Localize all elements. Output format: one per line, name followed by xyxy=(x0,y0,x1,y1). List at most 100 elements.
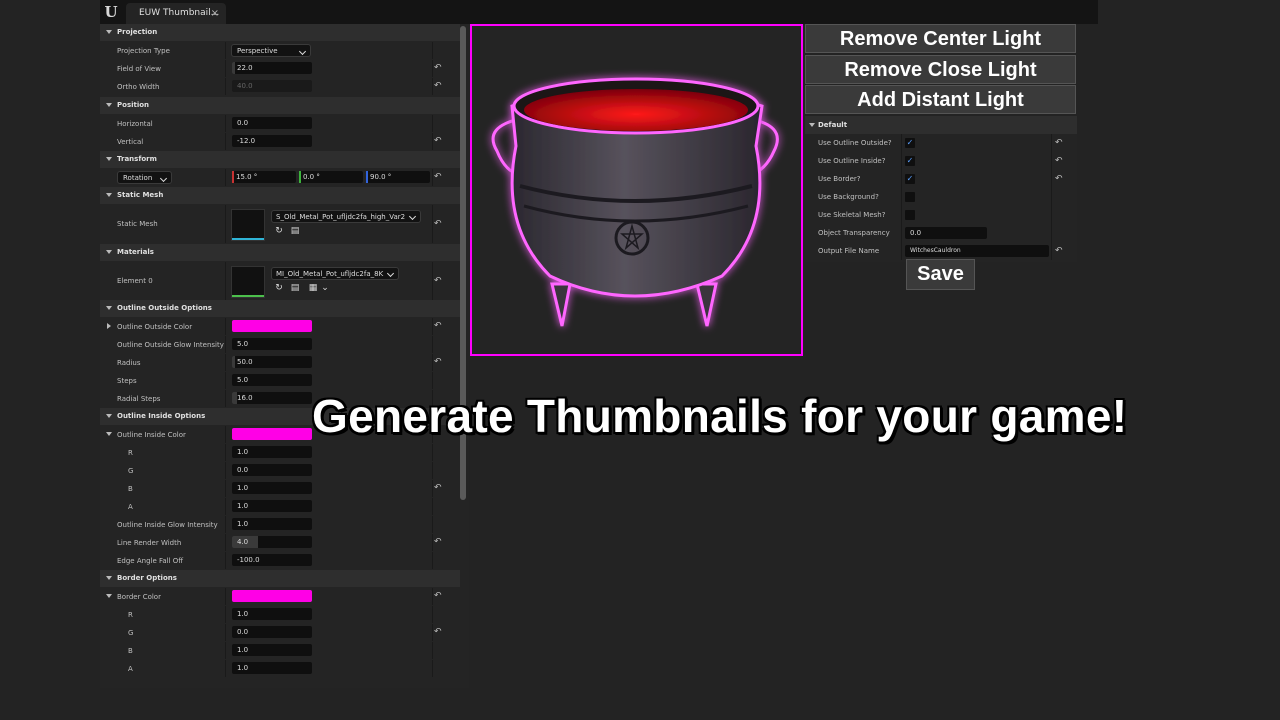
row-field-of-view: Field of View 22.0 ↶ xyxy=(100,60,460,77)
steps-input[interactable]: 5.0 xyxy=(232,374,312,386)
border-a-input[interactable]: 1.0 xyxy=(232,662,312,674)
inside-r-input[interactable]: 1.0 xyxy=(232,446,312,458)
chevron-right-icon[interactable] xyxy=(107,323,111,329)
use-background-checkbox[interactable] xyxy=(905,192,915,202)
use-outline-outside-checkbox[interactable]: ✓ xyxy=(905,138,915,148)
input-value: 4.0 xyxy=(237,538,249,546)
ortho-width-input[interactable]: 40.0 xyxy=(232,80,312,92)
chevron-down-icon[interactable] xyxy=(106,432,112,436)
checkerboard-icon[interactable]: ▦ xyxy=(308,283,318,293)
reset-arrow-icon[interactable]: ↶ xyxy=(434,276,444,286)
outline-outside-color-swatch[interactable] xyxy=(232,320,312,332)
reset-arrow-icon[interactable]: ↶ xyxy=(434,219,444,229)
chevron-down-icon xyxy=(106,250,112,254)
line-render-width-input[interactable]: 4.0 xyxy=(232,536,312,548)
rotation-y-input[interactable]: 0.0 ° xyxy=(299,171,363,183)
rotation-x-input[interactable]: 15.0 ° xyxy=(232,171,296,183)
use-outline-inside-checkbox[interactable]: ✓ xyxy=(905,156,915,166)
chevron-down-icon xyxy=(106,157,112,161)
reset-arrow-icon[interactable]: ↶ xyxy=(1055,174,1063,184)
property-label: Output File Name xyxy=(818,247,880,255)
property-label: R xyxy=(128,611,133,619)
row-border-b: B 1.0 xyxy=(100,642,460,659)
use-border-checkbox[interactable]: ✓ xyxy=(905,174,915,184)
category-position[interactable]: Position xyxy=(100,97,460,114)
category-label: Position xyxy=(117,101,150,109)
reset-arrow-icon[interactable]: ↶ xyxy=(434,357,444,367)
use-skeletal-mesh-checkbox[interactable] xyxy=(905,210,915,220)
inside-b-input[interactable]: 1.0 xyxy=(232,482,312,494)
reset-arrow-icon[interactable]: ↶ xyxy=(1055,138,1063,148)
radial-steps-input[interactable]: 16.0 xyxy=(232,392,312,404)
promo-headline: Generate Thumbnails for your game! xyxy=(312,390,1128,442)
radius-input[interactable]: 50.0 xyxy=(232,356,312,368)
reset-arrow-icon[interactable]: ↶ xyxy=(1055,156,1063,166)
input-value: 1.0 xyxy=(237,520,249,528)
inside-a-input[interactable]: 1.0 xyxy=(232,500,312,512)
material-thumbnail[interactable] xyxy=(231,266,265,298)
rotation-z-input[interactable]: 90.0 ° xyxy=(366,171,430,183)
horizontal-input[interactable]: 0.0 xyxy=(232,117,312,129)
static-mesh-picker[interactable]: S_Old_Metal_Pot_ufljdc2fa_high_Var2 xyxy=(271,210,421,223)
chevron-down-icon[interactable] xyxy=(106,594,112,598)
close-icon[interactable]: × xyxy=(211,3,219,24)
projection-type-dropdown[interactable]: Perspective xyxy=(231,44,311,57)
property-label: Radial Steps xyxy=(117,395,161,403)
vertical-input[interactable]: -12.0 xyxy=(232,135,312,147)
row-inside-a: A 1.0 xyxy=(100,498,460,515)
browse-icon[interactable]: ▤ xyxy=(290,226,300,236)
rotation-dropdown[interactable]: Rotation xyxy=(117,171,172,184)
chevron-down-icon xyxy=(106,30,112,34)
category-static-mesh[interactable]: Static Mesh xyxy=(100,187,460,204)
reset-arrow-icon[interactable]: ↶ xyxy=(1055,246,1063,256)
chevron-down-icon[interactable]: ⌄ xyxy=(320,283,330,293)
row-inside-b: B 1.0 ↶ xyxy=(100,480,460,497)
remove-close-light-button[interactable]: Remove Close Light xyxy=(805,55,1076,84)
category-outline-outside[interactable]: Outline Outside Options xyxy=(100,300,460,317)
border-b-input[interactable]: 1.0 xyxy=(232,644,312,656)
outline-outside-glow-input[interactable]: 5.0 xyxy=(232,338,312,350)
category-materials[interactable]: Materials xyxy=(100,244,460,261)
outline-inside-color-swatch[interactable] xyxy=(232,428,312,440)
reset-arrow-icon[interactable]: ↶ xyxy=(434,81,444,91)
static-mesh-thumbnail[interactable] xyxy=(231,209,265,241)
category-transform[interactable]: Transform xyxy=(100,151,460,168)
input-value: 1.0 xyxy=(237,664,249,672)
reset-arrow-icon[interactable]: ↶ xyxy=(434,627,444,637)
border-r-input[interactable]: 1.0 xyxy=(232,608,312,620)
tab-euw-thumbnail[interactable]: EUW Thumbnail... × xyxy=(126,3,226,24)
asset-name: MI_Old_Metal_Pot_ufljdc2fa_8K xyxy=(276,270,384,278)
inside-g-input[interactable]: 0.0 xyxy=(232,464,312,476)
object-transparency-input[interactable]: 0.0 xyxy=(905,227,987,239)
category-border-options[interactable]: Border Options xyxy=(100,570,460,587)
property-label: R xyxy=(128,449,133,457)
reset-arrow-icon[interactable]: ↶ xyxy=(434,63,444,73)
reset-arrow-icon[interactable]: ↶ xyxy=(434,321,444,331)
browse-icon[interactable]: ▤ xyxy=(290,283,300,293)
fov-input[interactable]: 22.0 xyxy=(232,62,312,74)
material-picker[interactable]: MI_Old_Metal_Pot_ufljdc2fa_8K xyxy=(271,267,399,280)
remove-center-light-button[interactable]: Remove Center Light xyxy=(805,24,1076,53)
category-label: Border Options xyxy=(117,574,177,582)
row-rotation: Rotation 15.0 ° 0.0 ° 90.0 ° ↶ xyxy=(100,169,460,186)
inside-glow-input[interactable]: 1.0 xyxy=(232,518,312,530)
reset-arrow-icon[interactable]: ↶ xyxy=(434,537,444,547)
border-g-input[interactable]: 0.0 xyxy=(232,626,312,638)
property-label: Object Transparency xyxy=(818,229,890,237)
property-label: Static Mesh xyxy=(117,220,158,228)
reset-arrow-icon[interactable]: ↶ xyxy=(434,591,444,601)
border-color-swatch[interactable] xyxy=(232,590,312,602)
category-projection[interactable]: Projection xyxy=(100,24,460,41)
reset-arrow-icon[interactable]: ↶ xyxy=(434,136,444,146)
output-file-name-input[interactable]: WitchesCauldron xyxy=(905,245,1049,257)
reset-arrow-icon[interactable]: ↶ xyxy=(434,483,444,493)
property-label: Line Render Width xyxy=(117,539,182,547)
use-selected-icon[interactable]: ↻ xyxy=(274,283,284,293)
add-distant-light-button[interactable]: Add Distant Light xyxy=(805,85,1076,114)
category-default[interactable]: Default xyxy=(805,116,1077,134)
reset-arrow-icon[interactable]: ↶ xyxy=(434,172,444,182)
edge-angle-falloff-input[interactable]: -100.0 xyxy=(232,554,312,566)
dropdown-value: Rotation xyxy=(123,174,153,182)
use-selected-icon[interactable]: ↻ xyxy=(274,226,284,236)
save-button[interactable]: Save xyxy=(906,259,975,290)
